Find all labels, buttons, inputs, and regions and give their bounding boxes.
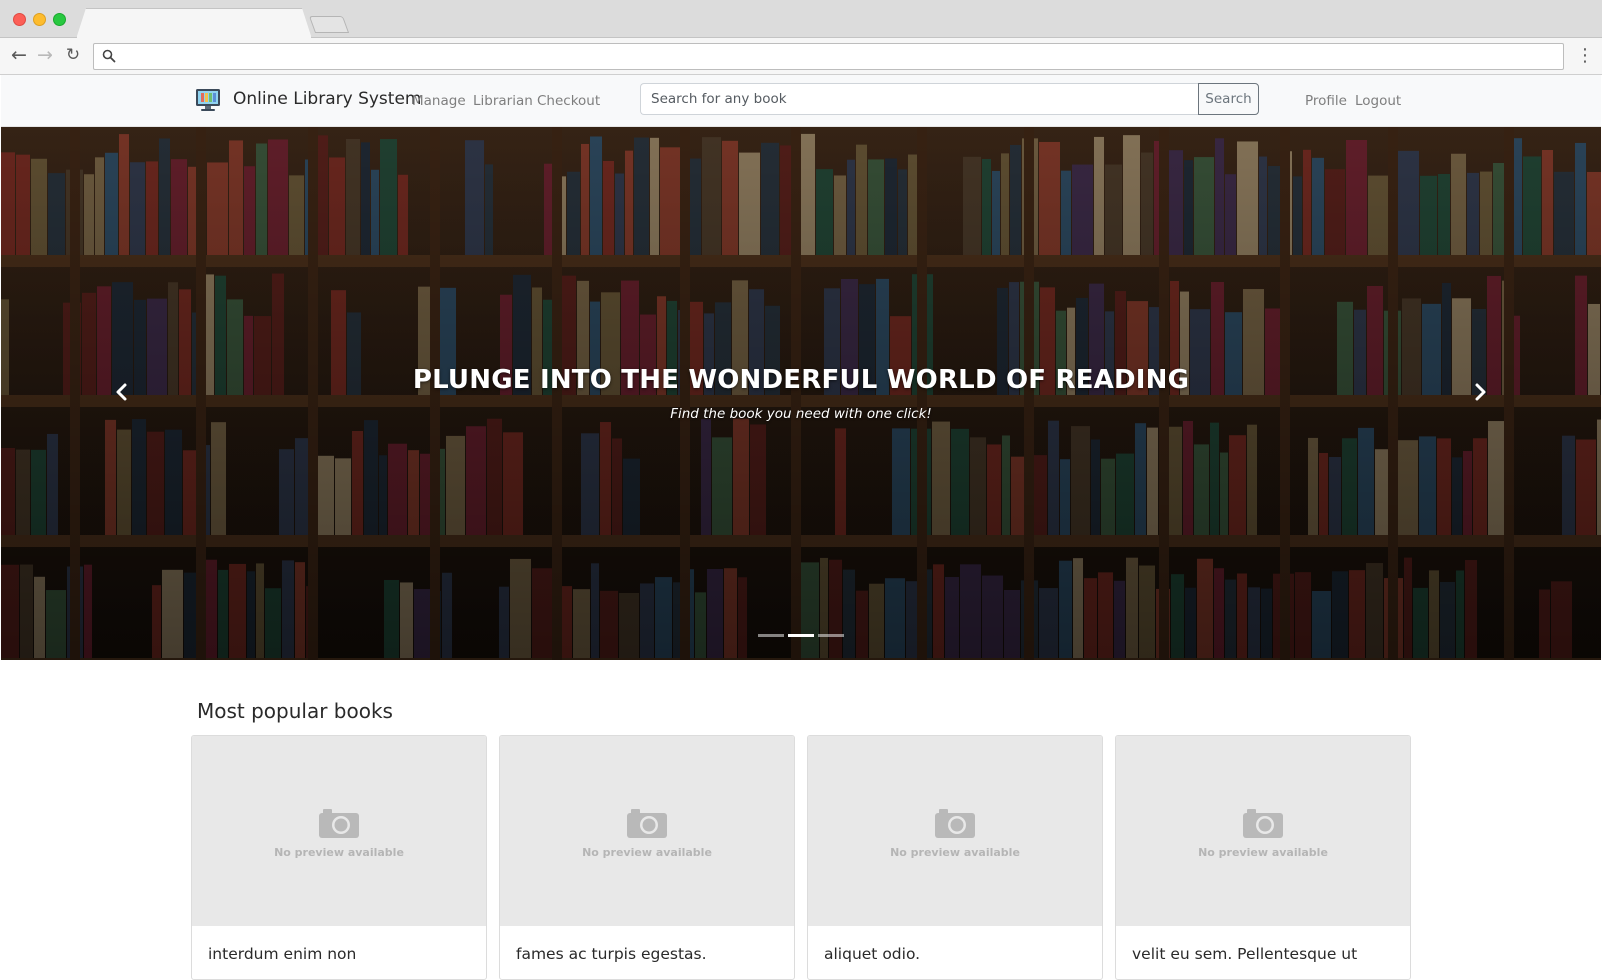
camera-icon xyxy=(935,809,975,838)
section-heading: Most popular books xyxy=(197,699,393,723)
hero-title: PLUNGE INTO THE WONDERFUL WORLD OF READI… xyxy=(412,365,1190,395)
book-cover-placeholder: No preview available xyxy=(192,736,486,926)
nav-link-logout[interactable]: Logout xyxy=(1355,92,1401,110)
kebab-menu-icon[interactable]: ⋮ xyxy=(1576,44,1594,68)
book-title[interactable]: velit eu sem. Pellentesque ut xyxy=(1132,945,1357,963)
address-bar[interactable] xyxy=(93,43,1564,70)
nav-link-checkout[interactable]: Checkout xyxy=(537,92,600,110)
book-cover-placeholder: No preview available xyxy=(500,736,794,926)
reload-icon[interactable]: ↻ xyxy=(62,44,84,66)
no-preview-text: No preview available xyxy=(274,846,404,859)
computer-monitor-icon xyxy=(196,89,220,111)
close-window-button[interactable] xyxy=(13,13,26,26)
brand-name[interactable]: Online Library System xyxy=(233,88,421,110)
book-card[interactable]: No preview available aliquet odio. xyxy=(807,735,1103,980)
arrow-right-icon[interactable]: → xyxy=(34,44,56,66)
maximize-window-button[interactable] xyxy=(53,13,66,26)
book-cover-placeholder: No preview available xyxy=(1116,736,1410,926)
camera-icon xyxy=(627,809,667,838)
carousel-indicator-1[interactable] xyxy=(758,634,784,637)
nav-link-librarian[interactable]: Librarian xyxy=(473,92,533,110)
book-card[interactable]: No preview available interdum enim non xyxy=(191,735,487,980)
new-tab-button[interactable] xyxy=(308,16,350,33)
book-title[interactable]: interdum enim non xyxy=(208,945,356,963)
book-cover-placeholder: No preview available xyxy=(808,736,1102,926)
book-card[interactable]: No preview available velit eu sem. Pelle… xyxy=(1115,735,1411,980)
chevron-right-icon[interactable] xyxy=(1468,377,1492,407)
chevron-left-icon[interactable] xyxy=(110,377,134,407)
minimize-window-button[interactable] xyxy=(33,13,46,26)
book-card[interactable]: No preview available fames ac turpis ege… xyxy=(499,735,795,980)
no-preview-text: No preview available xyxy=(1198,846,1328,859)
carousel-indicator-3[interactable] xyxy=(818,634,844,637)
carousel-indicator-2[interactable] xyxy=(788,634,814,637)
browser-window: ← → ↻ ⋮ Online Library System Manage Lib… xyxy=(0,0,1602,980)
no-preview-text: No preview available xyxy=(890,846,1020,859)
camera-icon xyxy=(1243,809,1283,838)
nav-link-manage[interactable]: Manage xyxy=(412,92,466,110)
nav-link-profile[interactable]: Profile xyxy=(1305,92,1347,110)
search-button[interactable]: Search xyxy=(1198,83,1259,115)
hero-subtitle: Find the book you need with one click! xyxy=(670,406,932,422)
hero-carousel: PLUNGE INTO THE WONDERFUL WORLD OF READI… xyxy=(1,127,1601,660)
browser-tab[interactable] xyxy=(76,8,312,39)
browser-tab-bar xyxy=(0,0,1602,38)
book-title[interactable]: aliquet odio. xyxy=(824,945,920,963)
camera-icon xyxy=(319,809,359,838)
no-preview-text: No preview available xyxy=(582,846,712,859)
book-search-input[interactable] xyxy=(640,83,1199,115)
book-title[interactable]: fames ac turpis egestas. xyxy=(516,945,707,963)
search-icon xyxy=(102,49,116,63)
arrow-left-icon[interactable]: ← xyxy=(8,44,30,66)
